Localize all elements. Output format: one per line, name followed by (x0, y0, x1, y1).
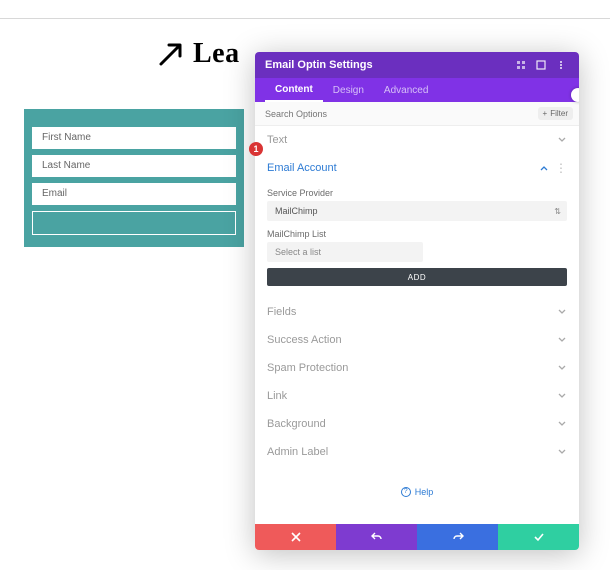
panel-body: Text Email Account ⋮ Service Provider Ma… (255, 126, 579, 524)
tab-content[interactable]: Content (265, 78, 323, 102)
search-row: + Filter (255, 102, 579, 126)
service-provider-select[interactable]: MailChimp ⇅ (267, 201, 567, 221)
handwritten-annotation: Lea (155, 38, 240, 70)
redo-icon (452, 531, 464, 543)
service-provider-label: Service Provider (267, 188, 567, 198)
close-icon (290, 531, 302, 543)
help-icon: ? (401, 487, 411, 497)
drag-icon[interactable] (513, 57, 529, 73)
kebab-icon[interactable]: ⋮ (555, 162, 567, 174)
optin-form-preview: First Name Last Name Email (24, 109, 244, 247)
email-field[interactable]: Email (32, 183, 236, 205)
cancel-button[interactable] (255, 524, 336, 550)
step-badge: 1 (249, 142, 263, 156)
help-label: Help (415, 487, 434, 497)
tab-design[interactable]: Design (323, 78, 374, 102)
section-label: Success Action (267, 334, 557, 346)
arrow-icon (155, 38, 187, 70)
panel-header: Email Optin Settings (255, 52, 579, 78)
section-label: Text (267, 134, 557, 146)
section-label: Link (267, 390, 557, 402)
redo-button[interactable] (417, 524, 498, 550)
list-select[interactable]: Select a list (267, 242, 423, 262)
chevron-down-icon (557, 335, 567, 345)
plus-icon: + (543, 109, 548, 118)
panel-footer (255, 524, 579, 550)
email-account-body: Service Provider MailChimp ⇅ MailChimp L… (255, 182, 579, 298)
section-link[interactable]: Link (255, 382, 579, 410)
section-email-account-wrapper: Email Account ⋮ Service Provider MailChi… (255, 154, 579, 298)
undo-button[interactable] (336, 524, 417, 550)
first-name-field[interactable]: First Name (32, 127, 236, 149)
chevron-down-icon (557, 419, 567, 429)
section-success-action[interactable]: Success Action (255, 326, 579, 354)
menu-icon[interactable] (553, 57, 569, 73)
chevron-down-icon (557, 363, 567, 373)
handwritten-text: Lea (193, 38, 240, 70)
updown-icon: ⇅ (554, 207, 559, 216)
filter-label: Filter (550, 109, 568, 118)
expand-icon[interactable] (533, 57, 549, 73)
service-provider-value: MailChimp (275, 206, 318, 216)
help-link[interactable]: ? Help (401, 487, 434, 497)
divider (0, 18, 610, 19)
chevron-down-icon (557, 135, 567, 145)
section-text[interactable]: Text (255, 126, 579, 154)
section-background[interactable]: Background (255, 410, 579, 438)
chevron-up-icon (539, 163, 549, 173)
filter-button[interactable]: + Filter (538, 107, 573, 120)
submit-button[interactable] (32, 211, 236, 235)
section-email-account[interactable]: Email Account ⋮ (255, 154, 579, 182)
section-admin-label[interactable]: Admin Label (255, 438, 579, 466)
list-label: MailChimp List (267, 229, 567, 239)
last-name-field[interactable]: Last Name (32, 155, 236, 177)
section-label: Fields (267, 306, 557, 318)
list-value: Select a list (275, 247, 321, 257)
section-spam-protection[interactable]: Spam Protection (255, 354, 579, 382)
save-button[interactable] (498, 524, 579, 550)
check-icon (533, 531, 545, 543)
section-fields[interactable]: Fields (255, 298, 579, 326)
chevron-down-icon (557, 307, 567, 317)
section-label: Email Account (267, 162, 539, 174)
section-label: Background (267, 418, 557, 430)
tab-bar: Content Design Advanced (255, 78, 579, 102)
chevron-down-icon (557, 391, 567, 401)
hover-bubble (571, 88, 579, 102)
section-label: Spam Protection (267, 362, 557, 374)
settings-panel: Email Optin Settings Content Design Adva… (255, 52, 579, 550)
section-label: Admin Label (267, 446, 557, 458)
tab-advanced[interactable]: Advanced (374, 78, 438, 102)
panel-title: Email Optin Settings (265, 59, 509, 71)
search-input[interactable] (265, 109, 538, 119)
add-button[interactable]: ADD (267, 268, 567, 286)
undo-icon (371, 531, 383, 543)
chevron-down-icon (557, 447, 567, 457)
help-row: ? Help (255, 466, 579, 498)
